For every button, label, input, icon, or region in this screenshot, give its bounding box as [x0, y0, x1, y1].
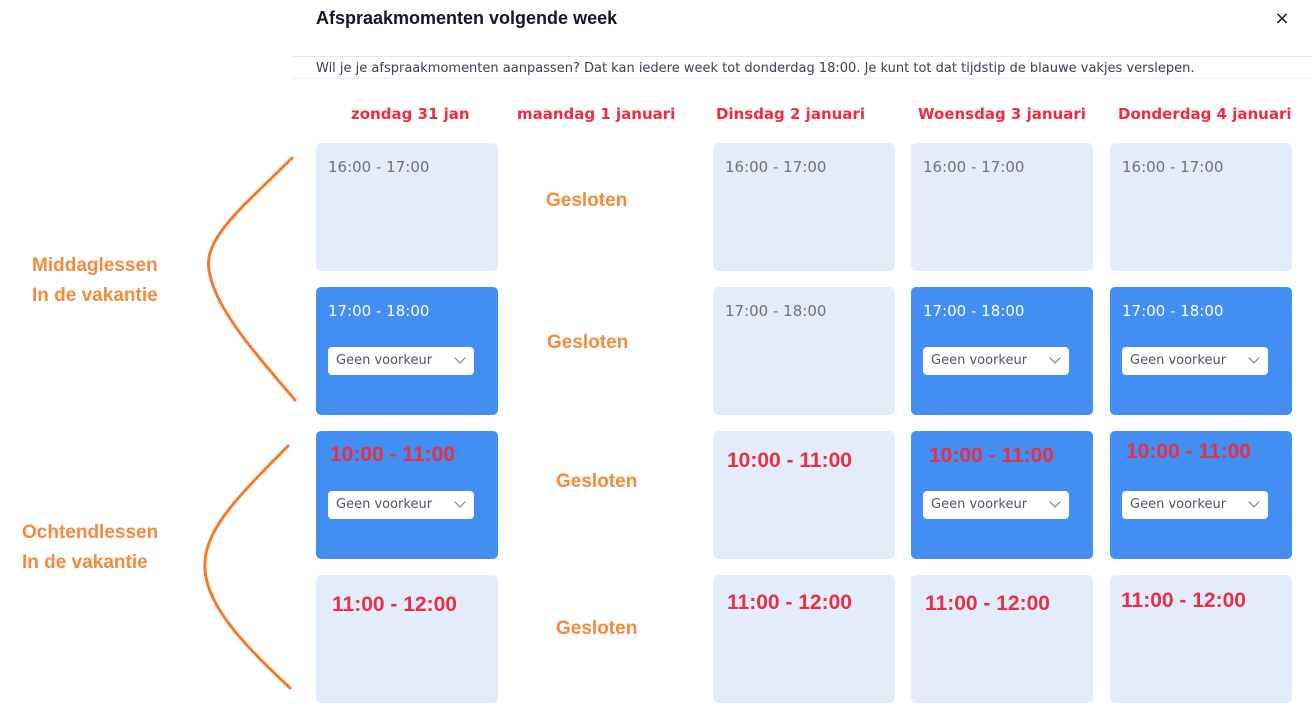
- preference-value: Geen voorkeur: [336, 353, 433, 368]
- day-header-thursday: Donderdag 4 januari: [1118, 105, 1292, 123]
- slot-sunday-1100[interactable]: 11:00 - 12:00: [316, 575, 498, 703]
- slot-sunday-1600[interactable]: 16:00 - 17:00: [316, 143, 498, 271]
- day-header-sunday: zondag 31 jan: [351, 105, 470, 123]
- closed-label: Gesloten: [556, 471, 638, 492]
- slot-tuesday-1700[interactable]: 17:00 - 18:00: [713, 287, 895, 415]
- slot-time: 17:00 - 18:00: [328, 302, 430, 320]
- preference-select[interactable]: Geen voorkeur: [1122, 491, 1268, 519]
- preference-value: Geen voorkeur: [1130, 497, 1227, 512]
- modal-title: Afspraakmomenten volgende week: [316, 8, 618, 28]
- slot-wednesday-1000[interactable]: 10:00 - 11:00 Geen voorkeur: [911, 431, 1093, 559]
- slot-thursday-1000[interactable]: 10:00 - 11:00 Geen voorkeur: [1110, 431, 1292, 559]
- morning-label-line2: In de vakantie: [22, 552, 148, 573]
- day-header-tuesday: Dinsdag 2 januari: [716, 105, 865, 123]
- preference-select[interactable]: Geen voorkeur: [923, 347, 1069, 375]
- slot-tuesday-1000[interactable]: 10:00 - 11:00: [713, 431, 895, 559]
- preference-value: Geen voorkeur: [1130, 353, 1227, 368]
- divider: [292, 56, 1311, 57]
- slot-thursday-1600[interactable]: 16:00 - 17:00: [1110, 143, 1292, 271]
- slot-time: 11:00 - 12:00: [1121, 589, 1246, 612]
- chevron-down-icon: [1049, 496, 1061, 508]
- slot-tuesday-1100[interactable]: 11:00 - 12:00: [713, 575, 895, 703]
- day-header-wednesday: Woensdag 3 januari: [918, 105, 1086, 123]
- chevron-down-icon: [454, 352, 466, 364]
- preference-select[interactable]: Geen voorkeur: [328, 347, 474, 375]
- slot-time: 10:00 - 11:00: [929, 444, 1054, 467]
- modal-subtitle: Wil je je afspraakmomenten aanpassen? Da…: [316, 61, 1195, 76]
- slot-wednesday-1600[interactable]: 16:00 - 17:00: [911, 143, 1093, 271]
- preference-value: Geen voorkeur: [336, 497, 433, 512]
- slot-time: 11:00 - 12:00: [925, 592, 1050, 615]
- afternoon-label: Middaglessen In de vakantie: [32, 251, 158, 311]
- slot-thursday-1700[interactable]: 17:00 - 18:00 Geen voorkeur: [1110, 287, 1292, 415]
- slot-time: 10:00 - 11:00: [1126, 440, 1251, 463]
- preference-select[interactable]: Geen voorkeur: [328, 491, 474, 519]
- afternoon-label-line2: In de vakantie: [32, 285, 158, 306]
- slot-time: 16:00 - 17:00: [328, 158, 430, 176]
- slot-time: 10:00 - 11:00: [727, 449, 852, 472]
- preference-value: Geen voorkeur: [931, 497, 1028, 512]
- slot-time: 17:00 - 18:00: [1122, 302, 1224, 320]
- afternoon-brace-annotation: [203, 156, 297, 690]
- slot-time: 17:00 - 18:00: [923, 302, 1025, 320]
- slot-time: 16:00 - 17:00: [1122, 158, 1224, 176]
- chevron-down-icon: [1248, 352, 1260, 364]
- slot-time: 11:00 - 12:00: [332, 593, 457, 616]
- afternoon-label-line1: Middaglessen: [32, 255, 158, 276]
- slot-time: 11:00 - 12:00: [727, 591, 852, 614]
- slot-wednesday-1700[interactable]: 17:00 - 18:00 Geen voorkeur: [911, 287, 1093, 415]
- slot-time: 10:00 - 11:00: [330, 443, 455, 466]
- slot-sunday-1700[interactable]: 17:00 - 18:00 Geen voorkeur: [316, 287, 498, 415]
- slot-sunday-1000[interactable]: 10:00 - 11:00 Geen voorkeur: [316, 431, 498, 559]
- morning-label: Ochtendlessen In de vakantie: [22, 518, 158, 578]
- preference-value: Geen voorkeur: [931, 353, 1028, 368]
- chevron-down-icon: [1049, 352, 1061, 364]
- closed-label: Gesloten: [556, 618, 638, 639]
- day-header-monday: maandag 1 januari: [517, 105, 676, 123]
- slot-time: 16:00 - 17:00: [923, 158, 1025, 176]
- divider: [292, 78, 1311, 79]
- closed-label: Gesloten: [547, 332, 629, 353]
- slot-time: 16:00 - 17:00: [725, 158, 827, 176]
- slot-tuesday-1600[interactable]: 16:00 - 17:00: [713, 143, 895, 271]
- chevron-down-icon: [454, 496, 466, 508]
- preference-select[interactable]: Geen voorkeur: [1122, 347, 1268, 375]
- closed-label: Gesloten: [546, 190, 628, 211]
- close-button[interactable]: ×: [1270, 8, 1294, 32]
- slot-thursday-1100[interactable]: 11:00 - 12:00: [1110, 575, 1292, 703]
- preference-select[interactable]: Geen voorkeur: [923, 491, 1069, 519]
- slot-time: 17:00 - 18:00: [725, 302, 827, 320]
- slot-wednesday-1100[interactable]: 11:00 - 12:00: [911, 575, 1093, 703]
- morning-label-line1: Ochtendlessen: [22, 522, 159, 543]
- chevron-down-icon: [1248, 496, 1260, 508]
